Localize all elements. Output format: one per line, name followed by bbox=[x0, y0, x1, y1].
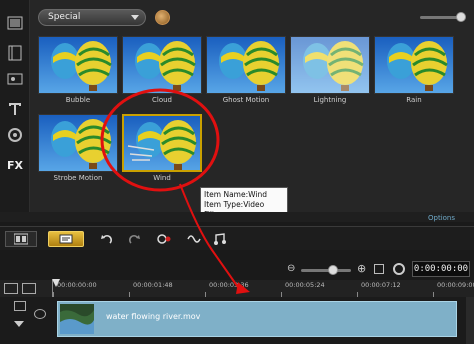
filter-thumbnail[interactable] bbox=[122, 114, 202, 172]
chevron-down-icon bbox=[131, 15, 139, 20]
clip-thumbnail bbox=[60, 304, 94, 334]
title-icon[interactable] bbox=[6, 100, 24, 118]
filter-thumbnail-label: Strobe Motion bbox=[53, 174, 103, 182]
thumbnail-size-slider[interactable] bbox=[420, 12, 466, 22]
sound-mixer-icon[interactable] bbox=[186, 231, 202, 247]
category-label: Special bbox=[48, 12, 81, 22]
tooltip-item-name: Item Name:Wind bbox=[204, 190, 267, 199]
ruler-tick-label: 00:00:05:24 bbox=[285, 281, 325, 289]
list-icon[interactable] bbox=[22, 283, 36, 294]
zoom-slider[interactable] bbox=[301, 269, 351, 272]
track-expand-icon[interactable] bbox=[14, 321, 24, 327]
track-header bbox=[4, 299, 52, 344]
track-manager-buttons bbox=[4, 283, 44, 295]
filter-thumbnail[interactable] bbox=[290, 36, 370, 94]
filter-thumbnail-label: Bubble bbox=[65, 96, 91, 104]
clock-icon bbox=[393, 263, 405, 275]
ruler-tick-label: 00:00:09:00 bbox=[437, 281, 474, 289]
filter-thumbnail[interactable] bbox=[38, 36, 118, 94]
category-dropdown[interactable]: Special bbox=[38, 9, 146, 26]
ruler-area: 00:00:00:00 00:00:01:48 00:00:03:36 00:00:0… bbox=[0, 280, 474, 297]
video-track-icon[interactable] bbox=[14, 301, 26, 311]
item-tooltip: Item Name:Wind Item Type:Video Filter bbox=[200, 187, 288, 219]
redo-icon[interactable] bbox=[126, 231, 142, 247]
video-clip[interactable]: water flowing river.mov bbox=[57, 301, 457, 337]
zoom-out-icon[interactable]: ⊖ bbox=[287, 263, 295, 274]
ruler-tick-label: 00:00:01:48 bbox=[133, 281, 173, 289]
ruler-tick-label: 00:00:03:36 bbox=[209, 281, 249, 289]
filmstrip-icon[interactable] bbox=[6, 44, 24, 62]
timecode-display[interactable]: 0:00:00:00 bbox=[412, 261, 470, 277]
slider-knob[interactable] bbox=[456, 12, 466, 22]
fx-icon[interactable]: FX bbox=[6, 156, 24, 174]
zoom-in-icon[interactable]: ⊕ bbox=[357, 262, 366, 275]
media-sidebar: FX bbox=[0, 0, 30, 212]
record-capture-icon[interactable] bbox=[156, 231, 172, 247]
filter-thumbnail[interactable] bbox=[206, 36, 286, 94]
filter-thumbnail-label: Ghost Motion bbox=[222, 96, 270, 104]
fit-to-window-icon[interactable] bbox=[374, 264, 384, 274]
zoom-slider-knob[interactable] bbox=[328, 265, 338, 275]
filter-thumbnail[interactable] bbox=[122, 36, 202, 94]
options-button[interactable]: Options bbox=[428, 214, 455, 222]
transition-icon[interactable] bbox=[6, 126, 24, 144]
globe-icon[interactable] bbox=[155, 10, 170, 25]
graphics-icon[interactable] bbox=[6, 70, 24, 88]
filter-thumbnail-label: Wind bbox=[153, 174, 171, 182]
zoom-bar: ⊖ ⊕ 0:00:00:00 bbox=[0, 256, 474, 280]
undo-icon[interactable] bbox=[99, 231, 115, 247]
filter-thumbnail-label: Lightning bbox=[313, 96, 347, 104]
video-track: water flowing river.mov bbox=[0, 297, 474, 344]
track-scrollbar[interactable] bbox=[466, 297, 474, 344]
track-link-icon[interactable] bbox=[34, 309, 46, 319]
timeline-view-button[interactable] bbox=[48, 231, 84, 247]
filter-thumbnail[interactable] bbox=[38, 114, 118, 172]
ruler-tick-label: 00:00:00:00 bbox=[57, 281, 97, 289]
storyboard-view-button[interactable] bbox=[5, 231, 37, 247]
track-manager-icon[interactable] bbox=[4, 283, 18, 294]
filter-thumbnail-label: Rain bbox=[406, 96, 422, 104]
time-ruler[interactable]: 00:00:00:00 00:00:01:48 00:00:03:36 00:00:0… bbox=[52, 280, 474, 297]
filter-thumbnail-label: Cloud bbox=[152, 96, 172, 104]
auto-music-icon[interactable] bbox=[212, 231, 228, 247]
timeline-toolbar bbox=[0, 226, 474, 250]
media-icon[interactable] bbox=[6, 14, 24, 32]
clip-name: water flowing river.mov bbox=[106, 312, 201, 321]
options-bar bbox=[0, 212, 474, 222]
ruler-tick-label: 00:00:07:12 bbox=[361, 281, 401, 289]
filter-thumbnail[interactable] bbox=[374, 36, 454, 94]
